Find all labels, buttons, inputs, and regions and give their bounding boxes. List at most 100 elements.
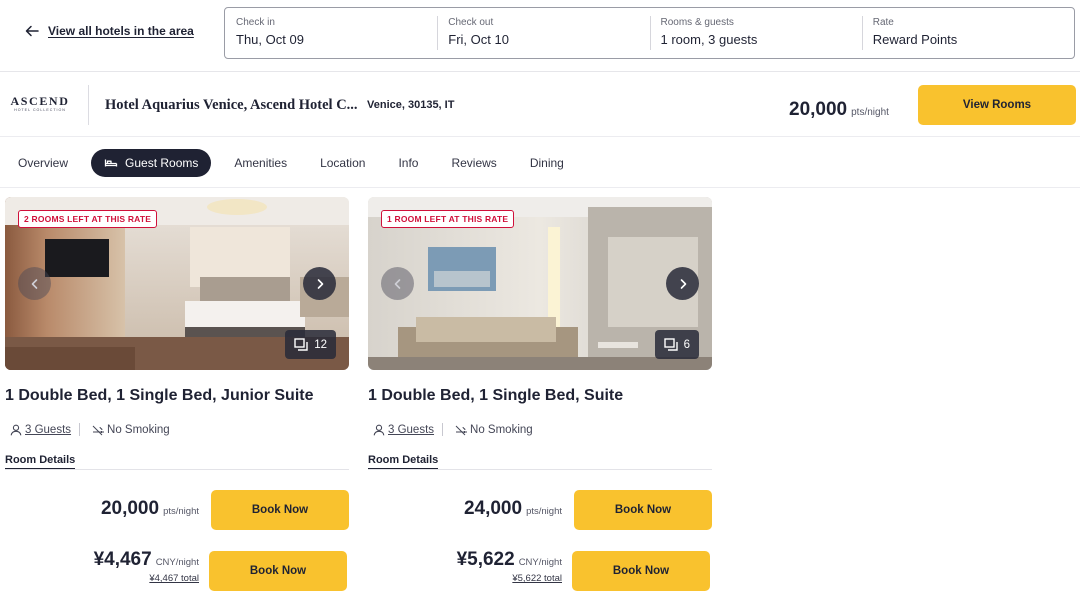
hotel-location: Venice, 30135, IT (367, 99, 455, 111)
photo-count-button[interactable]: 12 (285, 330, 336, 359)
points-rate-row: 20,000 pts/night Book Now (5, 490, 349, 530)
rate-availability-badge: 2 ROOMS LEFT AT THIS RATE (18, 210, 158, 228)
brand-logo: ASCEND HOTEL COLLECTION (5, 95, 75, 113)
view-rooms-button[interactable]: View Rooms (918, 85, 1076, 125)
points-price-value: 20,000 (100, 498, 160, 519)
no-smoking-icon (455, 425, 467, 435)
tab-label: Reviews (451, 155, 497, 170)
chevron-left-icon (31, 278, 37, 289)
tab-reviews[interactable]: Reviews (441, 149, 506, 177)
rate-label: Rate (872, 17, 894, 28)
back-link-label: View all hotels in the area (48, 24, 194, 38)
tab-label: Guest Rooms (125, 155, 199, 170)
photo-prev-button[interactable] (18, 267, 51, 300)
smoking-info: No Smoking (87, 424, 170, 436)
book-now-points-button[interactable]: Book Now (211, 490, 349, 530)
chevron-right-icon (317, 278, 323, 289)
guests-info: 3 Guests (368, 424, 434, 436)
check-out-value: Fri, Oct 10 (448, 32, 509, 47)
room-card: 1 ROOM LEFT AT THIS RATE 6 1 Double Bed,… (368, 197, 712, 591)
hotel-name: Hotel Aquarius Venice, Ascend Hotel C... (105, 97, 358, 113)
arrow-left-icon (25, 25, 39, 37)
photo-prev-button[interactable] (381, 267, 414, 300)
points-price-unit: pts/night (526, 506, 562, 517)
divider (79, 423, 81, 436)
bed-icon (104, 159, 118, 167)
points-price-unit: pts/night (163, 506, 199, 517)
book-now-cash-button[interactable]: Book Now (209, 551, 347, 591)
tab-info[interactable]: Info (388, 149, 428, 177)
cash-price-unit: CNY/night (518, 557, 562, 568)
points-price: 24,000 pts/night (464, 498, 562, 520)
room-card: 2 ROOMS LEFT AT THIS RATE 12 1 Double Be… (5, 197, 349, 591)
gallery-icon (663, 338, 678, 351)
points-price: 20,000 pts/night (101, 498, 199, 520)
cash-price-unit: CNY/night (155, 557, 199, 568)
chevron-right-icon (680, 278, 686, 289)
rooms-guests-label: Rooms & guests (660, 17, 734, 28)
tab-label: Info (398, 155, 419, 170)
tab-amenities[interactable]: Amenities (224, 149, 297, 177)
photo-count-button[interactable]: 6 (654, 330, 699, 359)
tab-location[interactable]: Location (310, 149, 375, 177)
book-now-points-button[interactable]: Book Now (574, 490, 712, 530)
brand-subtitle: HOTEL COLLECTION (14, 108, 66, 112)
tab-dining[interactable]: Dining (520, 149, 574, 177)
divider (368, 469, 712, 470)
points-rate-row: 24,000 pts/night Book Now (368, 490, 712, 530)
rooms-guests-value: 1 room, 3 guests (660, 32, 758, 47)
check-in-field[interactable]: Check in Thu, Oct 09 (225, 8, 437, 58)
tab-label: Amenities (234, 155, 288, 170)
guests-link[interactable]: 3 Guests (388, 424, 434, 436)
divider (442, 423, 444, 436)
hotel-header: ASCEND HOTEL COLLECTION Hotel Aquarius V… (0, 73, 1080, 137)
room-meta: 3 Guests No Smoking (5, 423, 349, 436)
tab-label: Overview (18, 155, 69, 170)
rate-availability-badge: 1 ROOM LEFT AT THIS RATE (381, 210, 515, 228)
smoking-info: No Smoking (450, 424, 533, 436)
tab-overview[interactable]: Overview (8, 149, 78, 177)
photo-next-button[interactable] (666, 267, 699, 300)
header-price-value: 20,000 (789, 99, 848, 120)
rate-field[interactable]: Rate Reward Points (861, 8, 1074, 58)
guests-info: 3 Guests (5, 424, 71, 436)
rate-value: Reward Points (872, 32, 958, 47)
room-details-link[interactable]: Room Details (368, 454, 439, 469)
person-icon (10, 424, 22, 435)
tab-label: Location (320, 155, 366, 170)
person-icon (373, 424, 385, 435)
book-now-cash-button[interactable]: Book Now (572, 551, 710, 591)
smoking-label: No Smoking (470, 423, 533, 436)
tab-guest-rooms[interactable]: Guest Rooms (91, 148, 212, 177)
photo-count: 6 (683, 338, 690, 351)
divider (5, 469, 349, 470)
cash-total-link[interactable]: ¥4,467 total (94, 573, 199, 584)
hotel-tabs: Overview Guest Rooms Amenities Location … (0, 138, 1080, 188)
guests-link[interactable]: 3 Guests (25, 424, 71, 436)
rooms-guests-field[interactable]: Rooms & guests 1 room, 3 guests (649, 8, 862, 58)
cash-rate-row: ¥5,622 CNY/night ¥5,622 total Book Now (368, 549, 712, 591)
back-to-hotels-link[interactable]: View all hotels in the area (25, 24, 194, 38)
search-summary: Check in Thu, Oct 09 Check out Fri, Oct … (224, 7, 1075, 59)
brand-name: ASCEND (10, 94, 70, 108)
chevron-left-icon (394, 278, 400, 289)
cash-price: ¥5,622 CNY/night ¥5,622 total (457, 549, 562, 584)
room-meta: 3 Guests No Smoking (368, 423, 712, 436)
room-photo-carousel[interactable]: 1 ROOM LEFT AT THIS RATE 6 (368, 197, 712, 370)
check-in-value: Thu, Oct 09 (236, 32, 304, 47)
gallery-icon (294, 338, 308, 351)
cash-price: ¥4,467 CNY/night ¥4,467 total (94, 549, 199, 584)
check-out-field[interactable]: Check out Fri, Oct 10 (437, 8, 649, 58)
search-header: View all hotels in the area Check in Thu… (0, 0, 1080, 72)
photo-next-button[interactable] (303, 267, 336, 300)
check-out-label: Check out (448, 17, 494, 28)
room-photo-carousel[interactable]: 2 ROOMS LEFT AT THIS RATE 12 (5, 197, 349, 370)
divider (88, 85, 89, 125)
cash-rate-row: ¥4,467 CNY/night ¥4,467 total Book Now (5, 549, 349, 591)
check-in-label: Check in (236, 17, 275, 28)
cash-price-value: ¥5,622 (456, 549, 515, 570)
room-title: 1 Double Bed, 1 Single Bed, Junior Suite (5, 387, 314, 404)
smoking-label: No Smoking (107, 423, 170, 436)
cash-total-link[interactable]: ¥5,622 total (457, 573, 562, 584)
room-details-link[interactable]: Room Details (5, 454, 76, 469)
